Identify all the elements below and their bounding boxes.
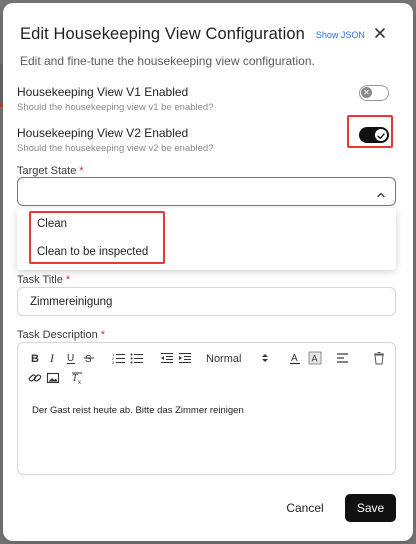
editor-content[interactable]: Der Gast reist heute ab. Bitte das Zimme…: [32, 405, 244, 416]
highlight-box-options: [29, 211, 165, 264]
cancel-button[interactable]: Cancel: [276, 494, 334, 522]
task-description-label-text: Task Description: [17, 329, 98, 341]
toggle-row-v2: Housekeeping View V2 Enabled Should the …: [17, 126, 399, 158]
text-format-select[interactable]: Normal: [206, 353, 241, 365]
clear-format-icon[interactable]: Tx: [70, 371, 84, 386]
strikethrough-icon[interactable]: S: [82, 351, 96, 365]
task-title-label: Task Title *: [17, 274, 70, 286]
font-color-icon[interactable]: A: [288, 351, 302, 365]
modal-header: Edit Housekeeping View Configuration Sho…: [20, 22, 396, 46]
toggle-v2-help: Should the housekeeping view v2 be enabl…: [17, 143, 214, 154]
toggle-v1-help: Should the housekeeping view v1 be enabl…: [17, 102, 214, 113]
trash-icon[interactable]: [372, 351, 386, 365]
ordered-list-icon[interactable]: 123: [112, 351, 126, 365]
bold-icon[interactable]: B: [28, 351, 42, 365]
toggle-v2-label: Housekeeping View V2 Enabled: [17, 126, 189, 140]
task-description-editor: B I U S 123 Normal A A T x Der Gast reis…: [17, 342, 396, 475]
show-json-link[interactable]: Show JSON: [316, 30, 365, 40]
italic-icon[interactable]: I: [46, 351, 60, 365]
modal-subtitle: Edit and fine-tune the housekeeping view…: [20, 54, 315, 68]
toggle-v1-switch[interactable]: ✕: [359, 85, 389, 101]
task-title-label-text: Task Title: [17, 274, 63, 286]
align-icon[interactable]: [336, 351, 350, 365]
required-marker: *: [100, 329, 106, 341]
select-arrows-icon: [258, 351, 272, 365]
image-icon[interactable]: [46, 371, 60, 385]
save-button[interactable]: Save: [345, 494, 396, 522]
highlight-box-toggle: [347, 115, 393, 148]
svg-text:A: A: [312, 354, 318, 364]
task-description-label: Task Description *: [17, 329, 105, 341]
outdent-icon[interactable]: [160, 351, 174, 365]
link-icon[interactable]: [28, 371, 42, 385]
background-color-icon[interactable]: A: [308, 351, 322, 365]
chevron-up-icon: [376, 187, 386, 198]
toggle-v1-label: Housekeeping View V1 Enabled: [17, 85, 189, 99]
svg-text:S: S: [85, 354, 92, 365]
required-marker: *: [65, 274, 71, 286]
underline-icon[interactable]: U: [64, 351, 78, 365]
svg-text:3: 3: [112, 360, 115, 365]
close-icon[interactable]: [372, 25, 388, 41]
modal-title: Edit Housekeeping View Configuration: [20, 24, 305, 43]
svg-text:B: B: [31, 353, 39, 365]
svg-text:x: x: [78, 380, 81, 385]
x-icon: ✕: [361, 87, 372, 98]
task-title-input[interactable]: Zimmereinigung: [17, 287, 396, 316]
svg-text:U: U: [67, 353, 74, 364]
target-state-label-text: Target State: [17, 165, 77, 177]
target-state-select[interactable]: [17, 177, 396, 206]
required-marker: *: [79, 165, 84, 177]
text-format-value: Normal: [206, 353, 242, 365]
target-state-label: Target State *: [17, 165, 84, 177]
svg-text:A: A: [291, 353, 298, 364]
bullet-list-icon[interactable]: [130, 351, 144, 365]
toggle-row-v1: Housekeeping View V1 Enabled Should the …: [17, 85, 399, 117]
editor-toolbar: B I U S 123 Normal A A T x: [28, 349, 388, 389]
svg-text:I: I: [49, 351, 55, 365]
indent-icon[interactable]: [178, 351, 192, 365]
